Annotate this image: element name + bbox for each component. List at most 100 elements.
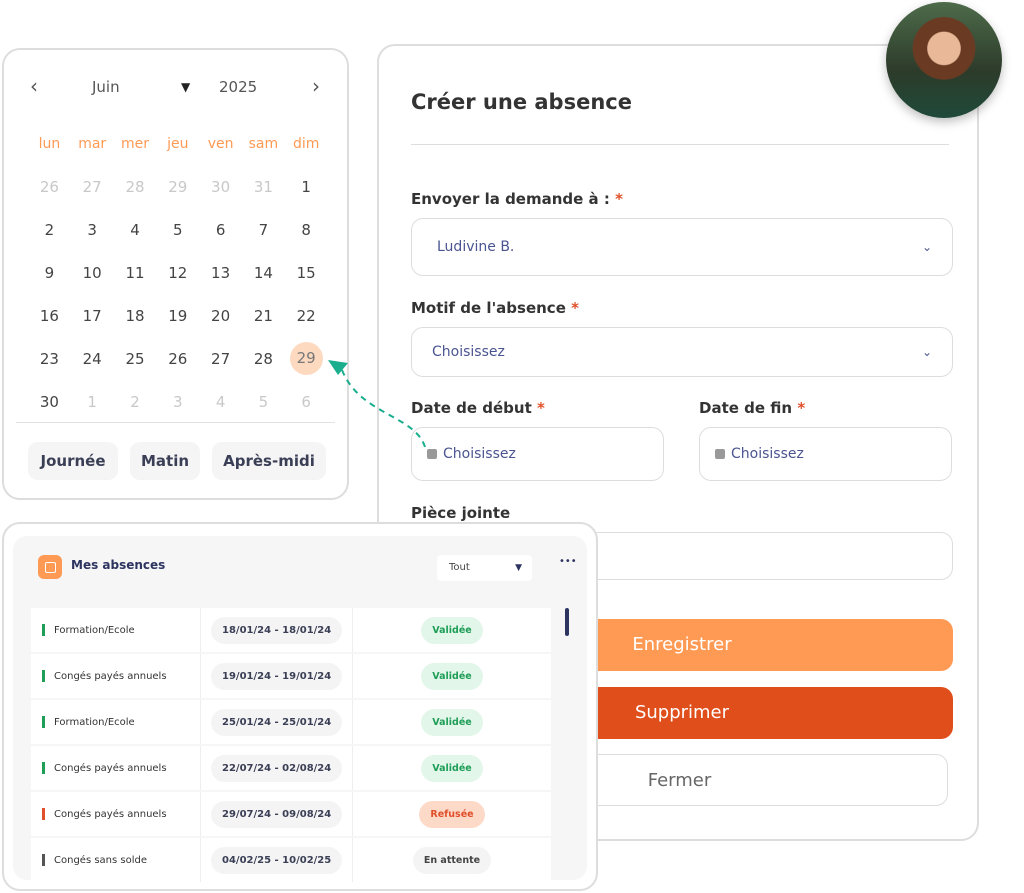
- day-cell[interactable]: 28: [242, 350, 285, 368]
- absence-dates: 22/07/24 - 02/08/24: [211, 754, 343, 782]
- month-label[interactable]: Juin: [92, 78, 120, 96]
- form-title: Créer une absence: [411, 90, 632, 114]
- table-row[interactable]: Formation/Ecole 18/01/24 - 18/01/24 Vali…: [31, 608, 551, 652]
- day-cell[interactable]: 8: [285, 221, 328, 239]
- day-cell[interactable]: 2: [28, 221, 71, 239]
- day-cell[interactable]: 7: [242, 221, 285, 239]
- day-cell[interactable]: 26: [156, 350, 199, 368]
- status-badge: Validée: [421, 662, 483, 690]
- day-cell[interactable]: 14: [242, 264, 285, 282]
- table-row[interactable]: Congés sans solde 04/02/25 - 10/02/25 En…: [31, 838, 551, 882]
- day-cell[interactable]: 3: [71, 221, 114, 239]
- absence-dates: 04/02/25 - 10/02/25: [211, 846, 343, 874]
- period-full-day-button[interactable]: Journée: [28, 442, 118, 480]
- divider: [411, 144, 949, 145]
- calendar-icon: [38, 555, 62, 579]
- day-cell[interactable]: 16: [28, 307, 71, 325]
- day-cell[interactable]: 1: [285, 178, 328, 196]
- day-cell[interactable]: 26: [28, 178, 71, 196]
- absence-dates: 18/01/24 - 18/01/24: [211, 616, 343, 644]
- day-cell[interactable]: 1: [71, 393, 114, 411]
- day-cell[interactable]: 27: [199, 350, 242, 368]
- day-cell[interactable]: 10: [71, 264, 114, 282]
- day-cell[interactable]: 27: [71, 178, 114, 196]
- day-cell[interactable]: 25: [114, 350, 157, 368]
- day-cell[interactable]: 4: [199, 393, 242, 411]
- start-date-input[interactable]: Choisissez: [411, 427, 664, 481]
- day-cell[interactable]: 28: [114, 178, 157, 196]
- day-cell[interactable]: 11: [114, 264, 157, 282]
- recipient-select[interactable]: Ludivine B. ⌄: [411, 218, 953, 276]
- day-cell[interactable]: 6: [199, 221, 242, 239]
- chevron-down-icon: ⌄: [921, 345, 932, 359]
- weekday-label: lun: [38, 135, 61, 152]
- day-cell[interactable]: 30: [28, 393, 71, 411]
- day-cell[interactable]: 2: [114, 393, 157, 411]
- day-cell[interactable]: 13: [199, 264, 242, 282]
- scrollbar[interactable]: [565, 608, 569, 636]
- my-absences-widget: Mes absences Tout ▼ ••• Formation/Ecole 1…: [2, 522, 598, 891]
- table-row[interactable]: Congés payés annuels 29/07/24 - 09/08/24…: [31, 792, 551, 836]
- day-cell[interactable]: 17: [71, 307, 114, 325]
- user-avatar: [886, 2, 1002, 118]
- day-cell[interactable]: 18: [114, 307, 157, 325]
- weekday-label: mer: [120, 135, 149, 152]
- filter-select[interactable]: Tout ▼: [437, 555, 532, 581]
- chevron-down-icon: ⌄: [921, 240, 932, 254]
- absence-type: Congés payés annuels: [54, 670, 167, 682]
- absence-type: Congés sans solde: [54, 854, 147, 866]
- table-row[interactable]: Congés payés annuels 19/01/24 - 19/01/24…: [31, 654, 551, 698]
- day-cell[interactable]: 29: [156, 178, 199, 196]
- status-bar: [42, 854, 45, 866]
- table-row[interactable]: Formation/Ecole 25/01/24 - 25/01/24 Vali…: [31, 700, 551, 744]
- period-morning-button[interactable]: Matin: [130, 442, 200, 480]
- weekday-label: jeu: [167, 135, 189, 152]
- status-badge: Validée: [421, 708, 483, 736]
- chevron-down-icon: ▼: [515, 563, 522, 573]
- weekday-label: sam: [248, 135, 279, 152]
- weekday-label: dim: [292, 135, 320, 152]
- day-cell[interactable]: 30: [199, 178, 242, 196]
- absence-dates: 25/01/24 - 25/01/24: [211, 708, 343, 736]
- day-cell[interactable]: 15: [285, 264, 328, 282]
- calendar-icon: [715, 449, 725, 459]
- day-cell[interactable]: 22: [285, 307, 328, 325]
- status-bar: [42, 624, 45, 636]
- day-cell[interactable]: 3: [156, 393, 199, 411]
- day-cell[interactable]: 20: [199, 307, 242, 325]
- chevron-left-icon[interactable]: ‹: [30, 74, 38, 98]
- recipient-label: Envoyer la demande à : *: [411, 190, 623, 208]
- day-cell[interactable]: 9: [28, 264, 71, 282]
- status-badge: Refusée: [419, 800, 485, 828]
- day-cell[interactable]: 5: [156, 221, 199, 239]
- year-label[interactable]: 2025: [219, 78, 257, 96]
- day-cell[interactable]: 5: [242, 393, 285, 411]
- day-cell[interactable]: 31: [242, 178, 285, 196]
- ellipsis-icon[interactable]: •••: [559, 556, 577, 567]
- absence-dates: 19/01/24 - 19/01/24: [211, 662, 343, 690]
- end-date-input[interactable]: Choisissez: [699, 427, 952, 481]
- day-cell[interactable]: 12: [156, 264, 199, 282]
- attachment-label: Pièce jointe: [411, 504, 511, 522]
- table-row[interactable]: Congés payés annuels 22/07/24 - 02/08/24…: [31, 746, 551, 790]
- status-bar: [42, 716, 45, 728]
- day-cell[interactable]: 21: [242, 307, 285, 325]
- divider: [16, 422, 335, 423]
- end-date-label: Date de fin *: [699, 399, 806, 417]
- status-bar: [42, 808, 45, 820]
- status-bar: [42, 670, 45, 682]
- day-cell[interactable]: 23: [28, 350, 71, 368]
- day-cell[interactable]: 4: [114, 221, 157, 239]
- day-cell[interactable]: 19: [156, 307, 199, 325]
- absence-dates: 29/07/24 - 09/08/24: [211, 800, 343, 828]
- reason-select[interactable]: Choisissez ⌄: [411, 327, 953, 377]
- widget-title: Mes absences: [71, 558, 166, 572]
- day-grid: lun mar mer jeu ven sam dim 26 27 28 29 30 31 1 2 3 4 5 6 7…: [28, 122, 328, 423]
- absence-type: Congés payés annuels: [54, 808, 167, 820]
- chevron-down-icon[interactable]: ▼: [181, 80, 190, 94]
- day-cell[interactable]: 24: [71, 350, 114, 368]
- absence-type: Formation/Ecole: [54, 716, 135, 728]
- chevron-right-icon[interactable]: ›: [312, 74, 320, 98]
- period-afternoon-button[interactable]: Après-midi: [212, 442, 326, 480]
- absence-type: Congés payés annuels: [54, 762, 167, 774]
